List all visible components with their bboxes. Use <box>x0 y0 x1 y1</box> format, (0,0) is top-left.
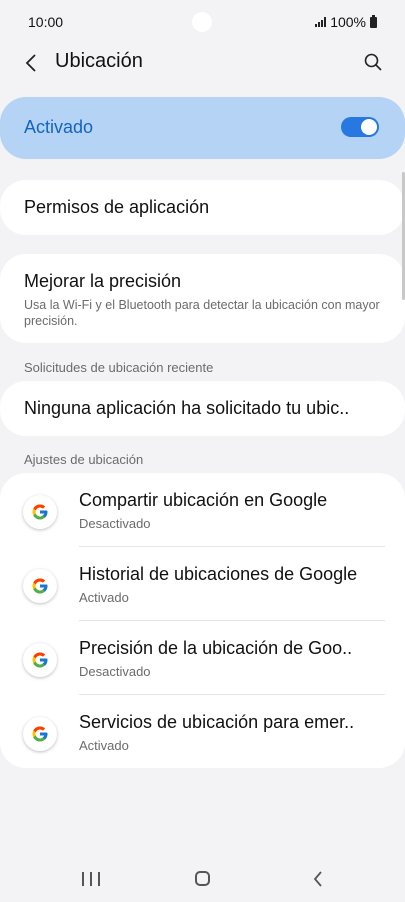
google-icon <box>23 643 57 677</box>
improve-accuracy-subtitle: Usa la Wi-Fi y el Bluetooth para detecta… <box>24 298 380 328</box>
recent-requests-item: Ninguna aplicación ha solicitado tu ubic… <box>0 381 405 436</box>
app-permissions-label: Permisos de aplicación <box>24 197 210 217</box>
navigation-bar <box>0 858 405 902</box>
location-master-switch[interactable]: Activado <box>0 97 405 159</box>
toggle-knob <box>361 119 377 135</box>
item-status: Activado <box>79 590 129 605</box>
item-title: Servicios de ubicación para emer.. <box>79 712 355 732</box>
recent-requests-text: Ninguna aplicación ha solicitado tu ubic… <box>24 398 350 418</box>
page-title: Ubicación <box>55 50 143 72</box>
list-item-google-location-accuracy[interactable]: Precisión de la ubicación de Goo.. Desac… <box>0 621 405 695</box>
home-icon[interactable] <box>195 871 210 886</box>
app-bar: Ubicación <box>0 40 405 84</box>
chevron-left-icon[interactable] <box>18 50 44 76</box>
location-settings-header: Ajustes de ubicación <box>24 452 144 467</box>
status-indicators: 100% <box>315 14 377 30</box>
location-settings-list: Compartir ubicación en Google Desactivad… <box>0 473 405 768</box>
master-switch-label: Activado <box>24 117 94 137</box>
list-item-google-location-history[interactable]: Historial de ubicaciones de Google Activ… <box>0 547 405 621</box>
signal-icon <box>315 17 327 27</box>
recent-requests-header: Solicitudes de ubicación reciente <box>24 360 214 375</box>
item-title: Precisión de la ubicación de Goo.. <box>79 638 353 658</box>
item-status: Desactivado <box>79 664 151 679</box>
google-icon <box>23 495 57 529</box>
item-status: Desactivado <box>79 516 151 531</box>
google-icon <box>23 569 57 603</box>
item-title: Compartir ubicación en Google <box>79 490 328 510</box>
list-item-google-location-sharing[interactable]: Compartir ubicación en Google Desactivad… <box>0 473 405 547</box>
battery-percent: 100% <box>330 14 366 30</box>
camera-cutout <box>192 12 212 32</box>
recents-icon[interactable] <box>82 870 100 888</box>
list-item-emergency-location-services[interactable]: Servicios de ubicación para emer.. Activ… <box>0 695 405 769</box>
item-title: Historial de ubicaciones de Google <box>79 564 358 584</box>
status-time: 10:00 <box>28 14 64 30</box>
app-permissions-item[interactable]: Permisos de aplicación <box>0 180 405 235</box>
back-icon[interactable] <box>308 869 328 889</box>
status-bar: 10:00 100% <box>0 0 405 44</box>
improve-accuracy-item[interactable]: Mejorar la precisión Usa la Wi-Fi y el B… <box>0 254 405 343</box>
improve-accuracy-title: Mejorar la precisión <box>24 271 182 291</box>
search-icon[interactable] <box>361 50 385 74</box>
item-status: Activado <box>79 738 129 753</box>
battery-icon <box>370 14 377 28</box>
google-icon <box>23 717 57 751</box>
location-toggle[interactable] <box>341 117 379 137</box>
